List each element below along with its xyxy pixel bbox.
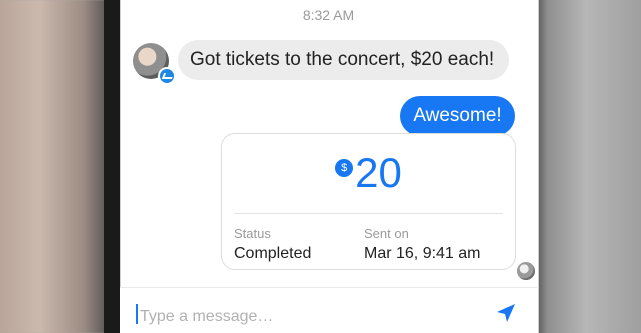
send-button[interactable] [493, 300, 519, 326]
payment-sent-label: Sent on [364, 226, 409, 241]
blurred-background-left [0, 0, 112, 333]
outgoing-message-bubble[interactable]: Awesome! [400, 96, 515, 136]
payment-sent-value: Mar 16, 9:41 am [364, 245, 481, 262]
outgoing-message-text: Awesome! [413, 105, 502, 126]
text-caret [136, 304, 138, 324]
payment-amount-group: $ 20 [222, 152, 515, 194]
payment-status-value: Completed [234, 245, 312, 262]
payment-divider [234, 213, 503, 214]
blurred-background-right [531, 0, 641, 333]
messenger-badge-icon [158, 67, 176, 85]
message-timestamp: 8:32 AM [302, 7, 355, 23]
read-receipt-avatar [517, 262, 535, 280]
send-arrow-icon [497, 304, 515, 322]
payment-card[interactable]: $ 20 Status Completed Sent on Mar 16, 9:… [221, 133, 516, 270]
incoming-message-bubble[interactable]: Got tickets to the concert, $20 each! [178, 40, 509, 80]
payment-status-label: Status [234, 226, 271, 241]
message-input[interactable] [140, 306, 470, 328]
payment-amount: 20 [355, 149, 402, 196]
dollar-icon: $ [335, 159, 354, 177]
currency-symbol: $ [341, 162, 348, 174]
incoming-message-text: Got tickets to the concert, $20 each! [190, 49, 495, 70]
